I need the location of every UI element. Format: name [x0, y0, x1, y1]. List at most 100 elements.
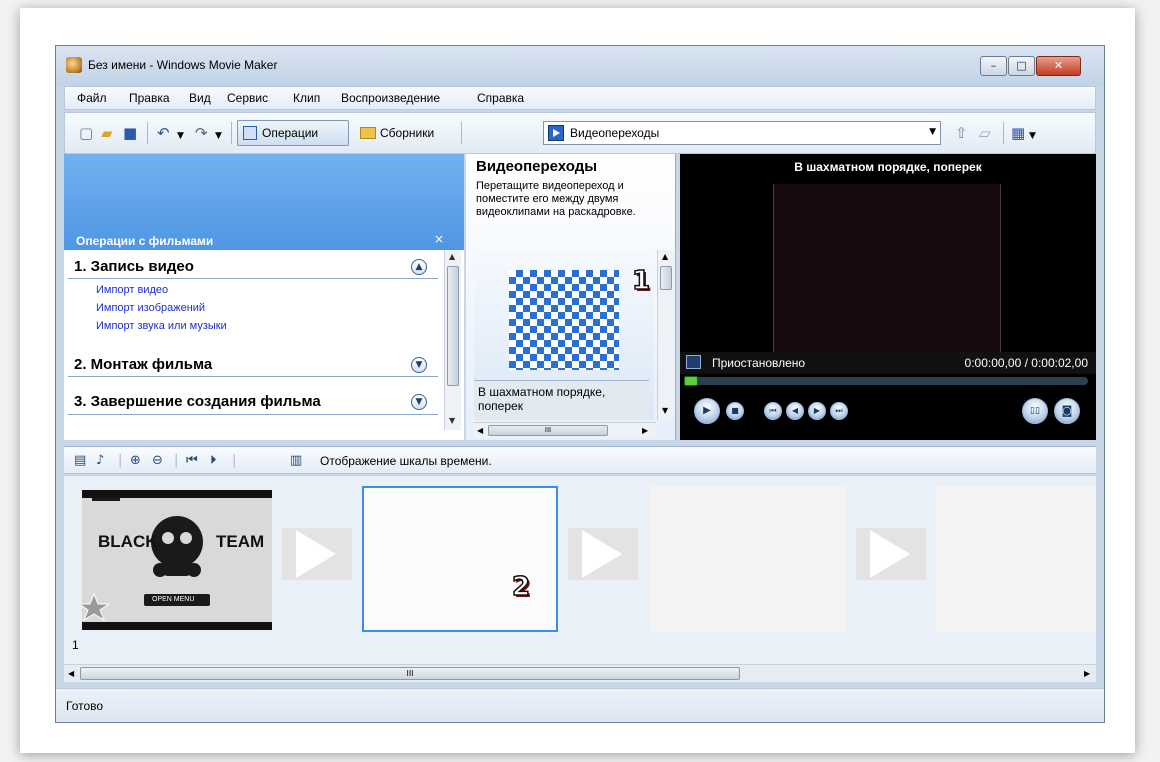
playback-status: Приостановлено — [712, 356, 806, 370]
new-folder-icon[interactable]: ▱ — [979, 125, 991, 141]
scroll-left-icon[interactable]: ◀ — [68, 669, 74, 678]
status-text: Готово — [66, 699, 104, 713]
minimize-button[interactable]: – — [980, 56, 1007, 76]
scroll-left-icon[interactable]: ◀ — [477, 426, 483, 435]
toolbar-separator — [461, 122, 462, 144]
scroll-right-icon[interactable]: ▶ — [1084, 669, 1090, 678]
annotation-badge-2: 2 — [511, 571, 531, 603]
import-video-link[interactable]: Импорт видео — [96, 284, 168, 296]
transition-item[interactable]: В шахматном порядке, поперек — [474, 250, 654, 420]
timeline-view-icon[interactable]: ▥ — [290, 453, 302, 468]
view-options-icon[interactable]: ▦ — [1011, 125, 1025, 141]
menu-playback[interactable]: Воспроизведение — [341, 91, 440, 105]
section-edit-movie[interactable]: 2. Монтаж фильма — [74, 356, 212, 373]
transitions-pane: Видеопереходы Перетащите видеопереход и … — [466, 154, 676, 440]
take-picture-button[interactable]: ◙ — [1054, 398, 1080, 424]
scroll-thumb[interactable]: III — [80, 667, 740, 680]
scroll-thumb[interactable]: III — [488, 425, 608, 436]
transitions-vscrollbar[interactable]: ▲ ▼ — [657, 250, 674, 420]
play-button[interactable]: ▶ — [694, 398, 720, 424]
redo-icon[interactable]: ↷ — [195, 125, 208, 141]
seek-bar[interactable] — [684, 376, 1088, 386]
play-timeline-icon[interactable]: ⏵ — [210, 453, 217, 468]
chevron-down-icon[interactable]: ▼ — [411, 394, 427, 410]
close-button[interactable]: ✕ — [1036, 56, 1081, 76]
previous-frame-button[interactable]: ⏮ — [764, 402, 782, 420]
seek-handle[interactable] — [684, 376, 698, 386]
undo-dropdown-icon[interactable]: ▼ — [177, 128, 184, 144]
zoom-out-icon[interactable]: ⊖ — [152, 453, 163, 468]
split-clip-button[interactable]: ▯▯ — [1022, 398, 1048, 424]
storyboard-scrollbar[interactable]: ◀ III ▶ — [64, 664, 1096, 682]
next-frame-button[interactable]: ⏭ — [830, 402, 848, 420]
view-dropdown-icon[interactable]: ▼ — [1029, 128, 1036, 144]
scroll-down-icon[interactable]: ▼ — [662, 406, 668, 415]
menu-clip[interactable]: Клип — [293, 91, 320, 105]
menu-view[interactable]: Вид — [189, 91, 211, 105]
storyboard-cell[interactable] — [936, 486, 1096, 632]
toolbar-separator — [1003, 122, 1004, 144]
preview-monitor: В шахматном порядке, поперек Приостановл… — [680, 154, 1096, 440]
toolbar-separator — [231, 122, 232, 144]
chevron-down-icon[interactable]: ▼ — [929, 127, 936, 137]
section-capture-video[interactable]: 1. Запись видео — [74, 258, 194, 275]
separator: | — [174, 453, 179, 468]
redo-dropdown-icon[interactable]: ▼ — [215, 128, 222, 144]
tasks-scrollbar[interactable]: ▲ ▼ — [444, 250, 461, 430]
open-folder-icon[interactable]: ▰ — [101, 125, 113, 141]
transitions-hscrollbar[interactable]: ◀ III ▶ — [474, 422, 656, 438]
storyboard-icon[interactable]: ▤ — [74, 453, 86, 468]
menu-file[interactable]: Файл — [77, 91, 107, 105]
movie-tasks-header: Операции с фильмами × — [64, 154, 464, 250]
scroll-down-icon[interactable]: ▼ — [449, 416, 455, 425]
menu-bar: Файл Правка Вид Сервис Клип Воспроизведе… — [64, 86, 1096, 110]
rewind-button[interactable]: ◀ — [786, 402, 804, 420]
video-clip-1[interactable]: BLACK TEAM OPEN MENU — [82, 490, 272, 630]
menu-service[interactable]: Сервис — [227, 91, 268, 105]
black-team-logo-image — [82, 498, 272, 622]
transitions-icon — [548, 125, 564, 141]
show-timeline-label[interactable]: Отображение шкалы времени. — [320, 454, 492, 468]
scroll-right-icon[interactable]: ▶ — [642, 426, 648, 435]
scroll-up-icon[interactable]: ▲ — [662, 252, 668, 261]
menu-edit[interactable]: Правка — [129, 91, 170, 105]
undo-icon[interactable]: ↶ — [157, 125, 170, 141]
transition-slot[interactable] — [282, 528, 352, 580]
collection-combo[interactable]: Видеопереходы ▼ — [543, 121, 941, 145]
forward-button[interactable]: ▶ — [808, 402, 826, 420]
chevron-up-icon[interactable]: ▲ — [411, 259, 427, 275]
transitions-description: Перетащите видеопереход и поместите его … — [476, 180, 636, 218]
storyboard-cell-selected[interactable] — [362, 486, 558, 632]
close-pane-icon[interactable]: × — [434, 232, 444, 246]
checkerboard-transition-thumbnail[interactable] — [509, 270, 619, 370]
rewind-timeline-icon[interactable]: ⏮ — [186, 453, 198, 468]
scroll-thumb[interactable] — [447, 266, 459, 386]
menu-help[interactable]: Справка — [477, 91, 524, 105]
zoom-in-icon[interactable]: ⊕ — [130, 453, 141, 468]
transition-slot[interactable] — [568, 528, 638, 580]
up-level-icon[interactable]: ⇧ — [955, 125, 968, 141]
operations-button[interactable]: Операции — [237, 120, 349, 146]
new-project-icon[interactable]: ▢ — [79, 125, 93, 141]
chevron-down-icon[interactable]: ▼ — [411, 357, 427, 373]
clip-logo-text-left: BLACK — [98, 532, 158, 551]
collections-button[interactable]: Сборники — [355, 120, 455, 146]
storyboard-cell[interactable] — [650, 486, 846, 632]
movie-tasks-pane: Операции с фильмами × 1. Запись видео ▲ … — [64, 154, 464, 440]
scroll-up-icon[interactable]: ▲ — [449, 252, 455, 261]
import-pictures-link[interactable]: Импорт изображений — [96, 302, 205, 314]
section-divider — [68, 376, 438, 377]
split-view-icon[interactable] — [686, 355, 701, 369]
collections-folder-icon — [360, 127, 376, 139]
title-bar: Без имени - Windows Movie Maker – □ ✕ — [56, 46, 1104, 86]
movie-maker-app-icon — [66, 57, 82, 73]
import-audio-link[interactable]: Импорт звука или музыки — [96, 320, 227, 332]
stop-button[interactable]: ■ — [726, 402, 744, 420]
maximize-button[interactable]: □ — [1008, 56, 1035, 76]
narrate-microphone-icon[interactable]: ♪ — [96, 453, 104, 468]
save-icon[interactable]: ■ — [123, 125, 137, 141]
transition-slot[interactable] — [856, 528, 926, 580]
transitions-heading: Видеопереходы — [476, 158, 598, 175]
scroll-thumb[interactable] — [660, 266, 672, 290]
section-finish-movie[interactable]: 3. Завершение создания фильма — [74, 393, 321, 410]
